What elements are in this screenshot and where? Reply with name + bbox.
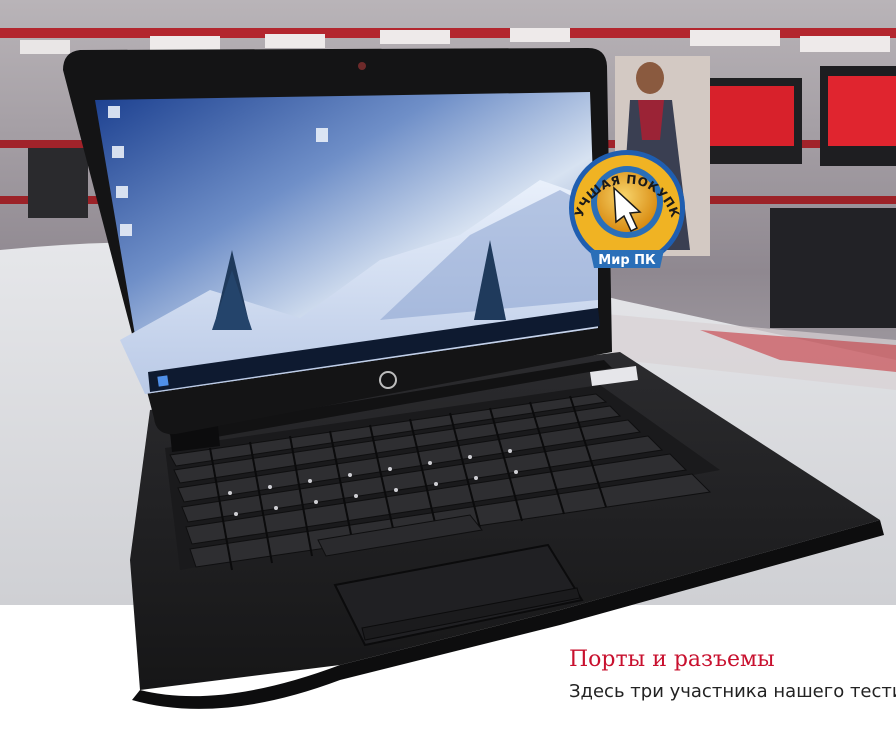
best-buy-badge-text: ЛУЧШАЯ ПОКУПКА Мир ПК <box>0 0 682 268</box>
section-heading: Порты и разъемы <box>569 647 775 672</box>
body-text: Здесь три участника нашего тестиро- <box>569 681 896 702</box>
badge-brand-text: Мир ПК <box>598 253 656 268</box>
page: ЛУЧШАЯ ПОКУПКА Мир ПК Порты и разъемы Зд… <box>0 0 896 738</box>
badge-ring-text: ЛУЧШАЯ ПОКУПКА <box>0 0 682 220</box>
